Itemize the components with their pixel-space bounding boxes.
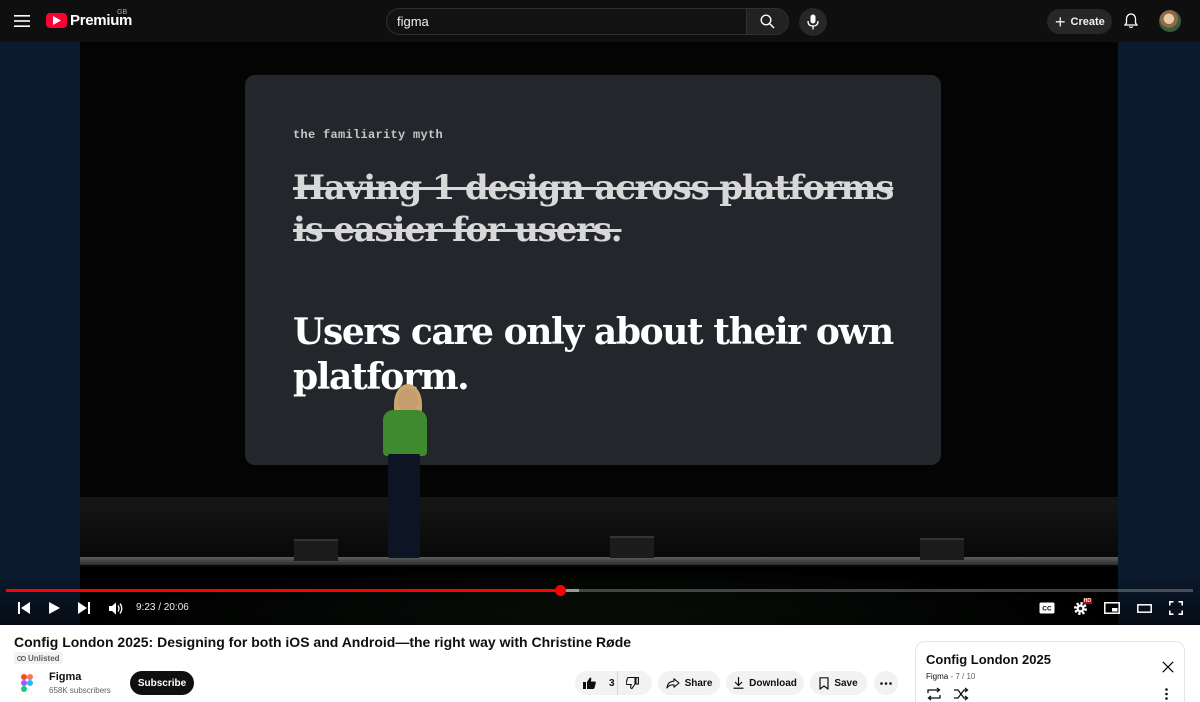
shuffle-playlist-button[interactable] [953, 687, 969, 701]
youtube-play-icon [46, 13, 67, 28]
download-label: Download [749, 677, 797, 689]
skip-next-icon [78, 602, 90, 614]
fullscreen-icon [1169, 601, 1183, 615]
masthead: Premium GB + Create [0, 0, 1200, 42]
subscriber-count: 658K subscribers [49, 686, 111, 695]
mute-button[interactable] [104, 597, 128, 619]
shuffle-icon [954, 687, 969, 701]
playlist-channel[interactable]: Figma [926, 672, 948, 681]
figma-logo-icon [21, 674, 33, 692]
create-label: Create [1070, 15, 1105, 28]
share-arrow-icon [666, 677, 680, 689]
download-button[interactable]: Download [726, 671, 804, 695]
stage-monitor [294, 539, 338, 561]
svg-text:CC: CC [1042, 606, 1052, 613]
time-display: 9:23 / 20:06 [136, 602, 189, 613]
microphone-icon [807, 14, 819, 30]
skip-previous-icon [18, 602, 30, 614]
link-icon [17, 655, 26, 661]
playlist-title[interactable]: Config London 2025 [926, 652, 1051, 667]
notifications-button[interactable] [1120, 10, 1142, 32]
country-code: GB [117, 9, 128, 16]
play-icon [48, 602, 60, 614]
more-vertical-icon [1164, 688, 1168, 700]
search-box[interactable] [386, 8, 747, 35]
plus-icon: + [1055, 11, 1066, 32]
loop-playlist-button[interactable] [926, 687, 942, 701]
slide-main-statement: Users care only about their own platform… [293, 311, 894, 398]
bookmark-icon [819, 676, 829, 690]
save-button[interactable]: Save [810, 671, 867, 695]
playlist-more-button[interactable] [1160, 687, 1172, 701]
stage-monitor [920, 538, 964, 560]
search-input[interactable] [387, 9, 747, 34]
voice-search-button[interactable] [799, 8, 827, 36]
share-label: Share [684, 677, 713, 689]
scrubber-handle[interactable] [554, 585, 566, 596]
channel-avatar[interactable] [18, 674, 36, 692]
dislike-button[interactable] [617, 671, 652, 695]
share-button[interactable]: Share [658, 671, 720, 695]
unlisted-label: Unlisted [28, 653, 60, 663]
speaker-shirt [383, 410, 427, 456]
miniplayer-button[interactable] [1100, 597, 1124, 619]
search-button[interactable] [746, 8, 789, 35]
subscribe-button[interactable]: Subscribe [130, 671, 194, 695]
download-icon [733, 677, 744, 689]
create-button[interactable]: + Create [1047, 9, 1112, 34]
youtube-premium-logo[interactable]: Premium GB [46, 9, 132, 29]
video-title: Config London 2025: Designing for both i… [14, 634, 632, 650]
settings-button[interactable]: HD [1068, 597, 1092, 619]
play-button[interactable] [42, 597, 66, 619]
thumbs-up-icon [583, 677, 596, 689]
fullscreen-button[interactable] [1164, 597, 1188, 619]
hamburger-menu-icon[interactable] [8, 7, 36, 35]
played-bar [6, 589, 561, 592]
loop-icon [927, 687, 941, 701]
controls-gradient [0, 572, 1200, 625]
playlist-panel: Config London 2025 Figma - 7 / 10 [915, 641, 1185, 702]
account-avatar[interactable] [1159, 10, 1181, 32]
theater-mode-button[interactable] [1132, 597, 1156, 619]
more-actions-button[interactable] [874, 671, 898, 695]
slide-kicker: the familiarity myth [293, 128, 444, 142]
bell-icon [1124, 13, 1138, 29]
next-button[interactable] [72, 597, 96, 619]
save-label: Save [834, 677, 858, 689]
closed-captions-icon: CC [1039, 602, 1055, 614]
theater-mode-icon [1136, 603, 1152, 613]
video-frame[interactable]: the familiarity myth Having 1 design acr… [80, 42, 1118, 625]
hd-badge: HD [1082, 598, 1092, 604]
like-button[interactable]: 3 [575, 671, 617, 695]
unlisted-badge: Unlisted [14, 652, 63, 664]
stage-monitor [610, 536, 654, 558]
more-horizontal-icon [880, 681, 892, 685]
previous-button[interactable] [12, 597, 36, 619]
progress-bar[interactable] [6, 585, 1193, 596]
miniplayer-icon [1104, 602, 1120, 614]
subtitles-button[interactable]: CC [1035, 597, 1059, 619]
thumbs-down-icon [626, 677, 639, 689]
speaker-trousers [388, 454, 420, 558]
playlist-meta: Figma - 7 / 10 [926, 672, 975, 681]
search-icon [760, 14, 775, 29]
slide-struck-statement: Having 1 design across platforms is easi… [293, 168, 894, 250]
channel-name[interactable]: Figma [49, 671, 81, 683]
close-icon [1162, 661, 1174, 673]
like-count: 3 [609, 677, 615, 689]
volume-icon [108, 602, 122, 614]
speaker-head [398, 388, 418, 412]
playlist-position: 7 / 10 [955, 672, 976, 681]
video-player[interactable]: the familiarity myth Having 1 design acr… [0, 42, 1200, 625]
playlist-close-button[interactable] [1159, 658, 1177, 676]
